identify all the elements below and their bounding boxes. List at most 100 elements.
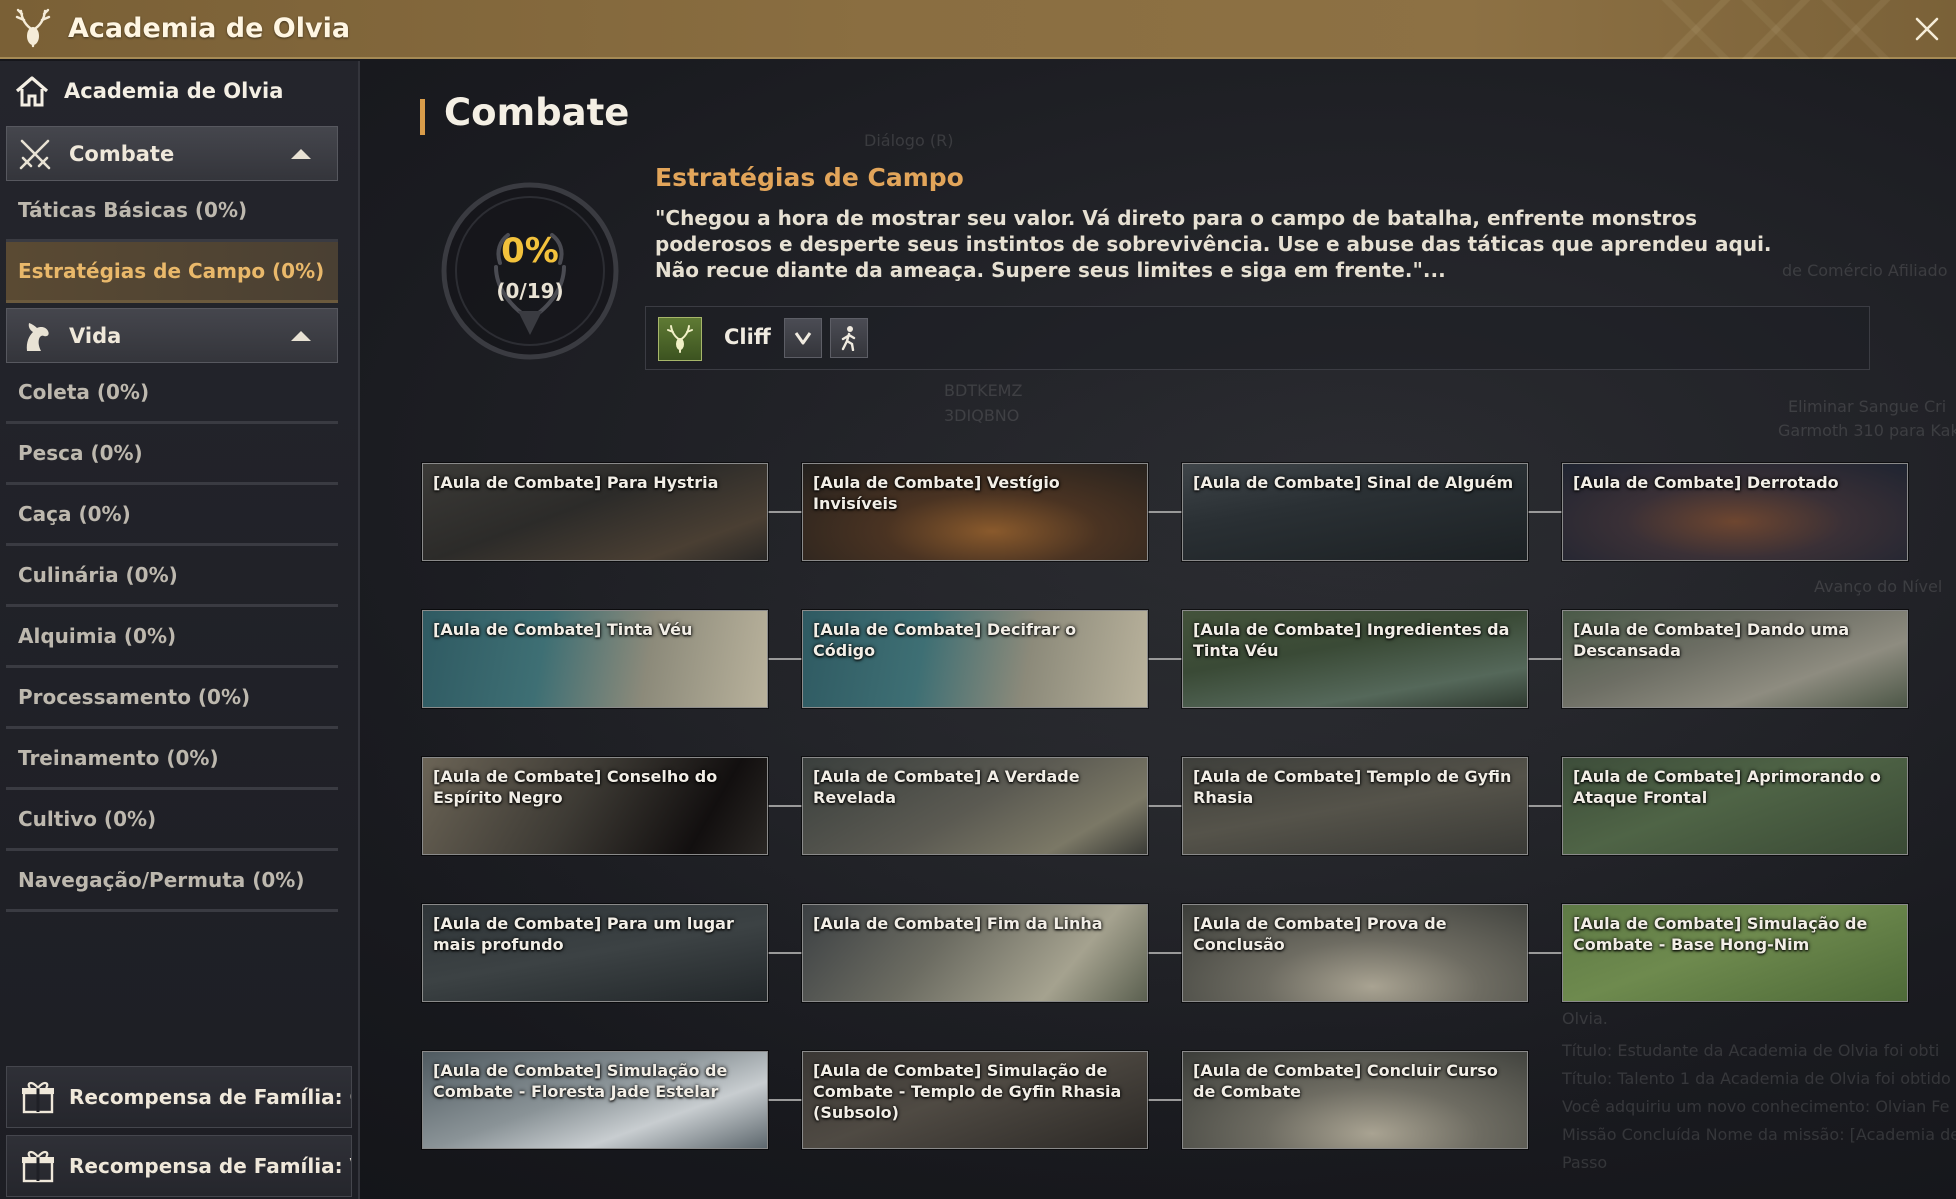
sidebar-item-coleta[interactable]: Coleta (0%) xyxy=(6,363,338,424)
background-text: 3DIQBNO xyxy=(944,406,1020,425)
sidebar-item-navegacao-permuta[interactable]: Navegação/Permuta (0%) xyxy=(6,851,338,912)
quest-card[interactable]: [Aula de Combate] Dando uma Descansada xyxy=(1562,610,1908,708)
sidebar-item-processamento[interactable]: Processamento (0%) xyxy=(6,668,338,729)
quest-title: [Aula de Combate] Sinal de Alguém xyxy=(1193,473,1514,492)
quest-title: [Aula de Combate] Vestígio Invisíveis xyxy=(813,473,1060,513)
sidebar-item-caca[interactable]: Caça (0%) xyxy=(6,485,338,546)
sidebar-item-estrategias-de-campo[interactable]: Estratégias de Campo (0%) xyxy=(6,242,338,303)
collapse-caret-icon[interactable] xyxy=(291,331,311,341)
background-text: Eliminar Sangue Cri xyxy=(1788,397,1947,416)
category-combate[interactable]: Combate xyxy=(6,126,338,181)
quest-card[interactable]: [Aula de Combate] Templo de Gyfin Rhasia xyxy=(1182,757,1528,855)
chevron-down-icon xyxy=(794,332,812,345)
gift-box-icon xyxy=(22,1151,54,1183)
sidebar-home[interactable]: Academia de Olvia xyxy=(0,61,358,121)
quest-card[interactable]: [Aula de Combate] Para um lugar mais pro… xyxy=(422,904,768,1002)
strategy-description: "Chegou a hora de mostrar seu valor. Vá … xyxy=(655,206,1772,282)
collapse-caret-icon[interactable] xyxy=(291,149,311,159)
background-text: de Comércio Afiliado xyxy=(1782,261,1948,280)
family-reward-life-label: Recompensa de Família: Vida xyxy=(69,1154,351,1178)
npc-portrait-icon[interactable] xyxy=(658,317,702,361)
navigate-to-npc-button[interactable] xyxy=(830,318,868,358)
quest-connector xyxy=(768,1099,804,1101)
sidebar-item-taticas-basicas[interactable]: Táticas Básicas (0%) xyxy=(6,181,338,242)
title-bar[interactable]: Academia de Olvia xyxy=(0,0,1956,59)
quest-connector xyxy=(768,805,804,807)
section-accent-bar xyxy=(420,99,425,135)
quest-title: [Aula de Combate] Tinta Véu xyxy=(433,620,693,639)
background-text: Garmoth 310 para Kak xyxy=(1778,421,1956,440)
main-panel: Diálogo (R) BDTKEMZ 3DIQBNO de Comércio … xyxy=(362,61,1956,1199)
sidebar-item-pesca[interactable]: Pesca (0%) xyxy=(6,424,338,485)
quest-connector xyxy=(1148,952,1184,954)
section-title: Combate xyxy=(444,91,630,134)
strategy-title: Estratégias de Campo xyxy=(655,163,964,192)
quest-card[interactable]: [Aula de Combate] Prova de Conclusão xyxy=(1182,904,1528,1002)
category-vida-label: Vida xyxy=(69,323,122,348)
npc-bar: Cliff xyxy=(645,306,1870,370)
quest-title: [Aula de Combate] A Verdade Revelada xyxy=(813,767,1080,807)
progress-count: (0/19) xyxy=(496,279,564,303)
quest-card[interactable]: [Aula de Combate] Tinta Véu xyxy=(422,610,768,708)
sidebar-home-label: Academia de Olvia xyxy=(64,79,284,103)
close-icon xyxy=(1915,17,1939,41)
horse-head-icon xyxy=(26,322,49,351)
quest-card[interactable]: [Aula de Combate] Vestígio Invisíveis xyxy=(802,463,1148,561)
quest-card[interactable]: [Aula de Combate] Simulação de Combate -… xyxy=(1562,904,1908,1002)
quest-card[interactable]: [Aula de Combate] Conselho do Espírito N… xyxy=(422,757,768,855)
quest-card[interactable]: [Aula de Combate] Simulação de Combate -… xyxy=(802,1051,1148,1149)
sidebar-item-culinaria[interactable]: Culinária (0%) xyxy=(6,546,338,607)
quest-title: [Aula de Combate] Simulação de Combate -… xyxy=(433,1061,728,1101)
quest-card[interactable]: [Aula de Combate] A Verdade Revelada xyxy=(802,757,1148,855)
quest-title: [Aula de Combate] Dando uma Descansada xyxy=(1573,620,1850,660)
sidebar-item-alquimia[interactable]: Alquimia (0%) xyxy=(6,607,338,668)
quest-title: [Aula de Combate] Simulação de Combate -… xyxy=(1573,914,1868,954)
title-bar-ornament xyxy=(1656,0,1896,59)
npc-name: Cliff xyxy=(724,325,771,349)
quest-connector xyxy=(768,952,804,954)
npc-dropdown-button[interactable] xyxy=(784,318,822,358)
quest-title: [Aula de Combate] Conselho do Espírito N… xyxy=(433,767,718,807)
quest-card[interactable]: [Aula de Combate] Concluir Curso de Comb… xyxy=(1182,1051,1528,1149)
quest-title: [Aula de Combate] Decifrar o Código xyxy=(813,620,1077,660)
sidebar-item-treinamento[interactable]: Treinamento (0%) xyxy=(6,729,338,790)
quest-title: [Aula de Combate] Simulação de Combate -… xyxy=(813,1061,1122,1122)
background-text: Diálogo (R) xyxy=(864,131,954,150)
quest-card[interactable]: [Aula de Combate] Decifrar o Código xyxy=(802,610,1148,708)
quest-card[interactable]: [Aula de Combate] Sinal de Alguém xyxy=(1182,463,1528,561)
sidebar-item-cultivo[interactable]: Cultivo (0%) xyxy=(6,790,338,851)
quest-title: [Aula de Combate] Ingredientes da Tinta … xyxy=(1193,620,1510,660)
family-reward-combat-button[interactable]: Recompensa de Família: Co... xyxy=(6,1066,352,1128)
category-vida[interactable]: Vida xyxy=(6,308,338,363)
quest-connector xyxy=(1148,511,1184,513)
quest-connector xyxy=(1528,805,1564,807)
family-reward-combat-label: Recompensa de Família: Co... xyxy=(69,1085,351,1109)
quest-title: [Aula de Combate] Para Hystria xyxy=(433,473,719,492)
quest-connector xyxy=(1148,805,1184,807)
quest-card[interactable]: [Aula de Combate] Fim da Linha xyxy=(802,904,1148,1002)
quest-connector xyxy=(1148,1099,1184,1101)
background-text: BDTKEMZ xyxy=(944,381,1023,400)
quest-connector xyxy=(768,511,804,513)
quest-card[interactable]: [Aula de Combate] Ingredientes da Tinta … xyxy=(1182,610,1528,708)
quest-card[interactable]: [Aula de Combate] Aprimorando o Ataque F… xyxy=(1562,757,1908,855)
family-reward-life-button[interactable]: Recompensa de Família: Vida xyxy=(6,1135,352,1197)
deer-antler-icon xyxy=(15,8,51,47)
quest-connector xyxy=(1148,658,1184,660)
quest-card[interactable]: [Aula de Combate] Simulação de Combate -… xyxy=(422,1051,768,1149)
crossed-swords-icon xyxy=(19,139,51,169)
quest-title: [Aula de Combate] Templo de Gyfin Rhasia xyxy=(1193,767,1512,807)
quest-title: [Aula de Combate] Aprimorando o Ataque F… xyxy=(1573,767,1881,807)
quest-card[interactable]: [Aula de Combate] Derrotado xyxy=(1562,463,1908,561)
quest-card[interactable]: [Aula de Combate] Para Hystria xyxy=(422,463,768,561)
category-combate-label: Combate xyxy=(69,141,175,166)
quest-connector xyxy=(1528,952,1564,954)
sidebar: Academia de Olvia Combate Táticas Básica… xyxy=(0,61,360,1199)
quest-title: [Aula de Combate] Derrotado xyxy=(1573,473,1839,492)
close-button[interactable] xyxy=(1910,12,1944,46)
gift-box-icon xyxy=(22,1082,54,1114)
quest-connector xyxy=(1528,511,1564,513)
home-icon xyxy=(15,76,49,107)
quest-connector xyxy=(768,658,804,660)
quest-title: [Aula de Combate] Para um lugar mais pro… xyxy=(433,914,734,954)
